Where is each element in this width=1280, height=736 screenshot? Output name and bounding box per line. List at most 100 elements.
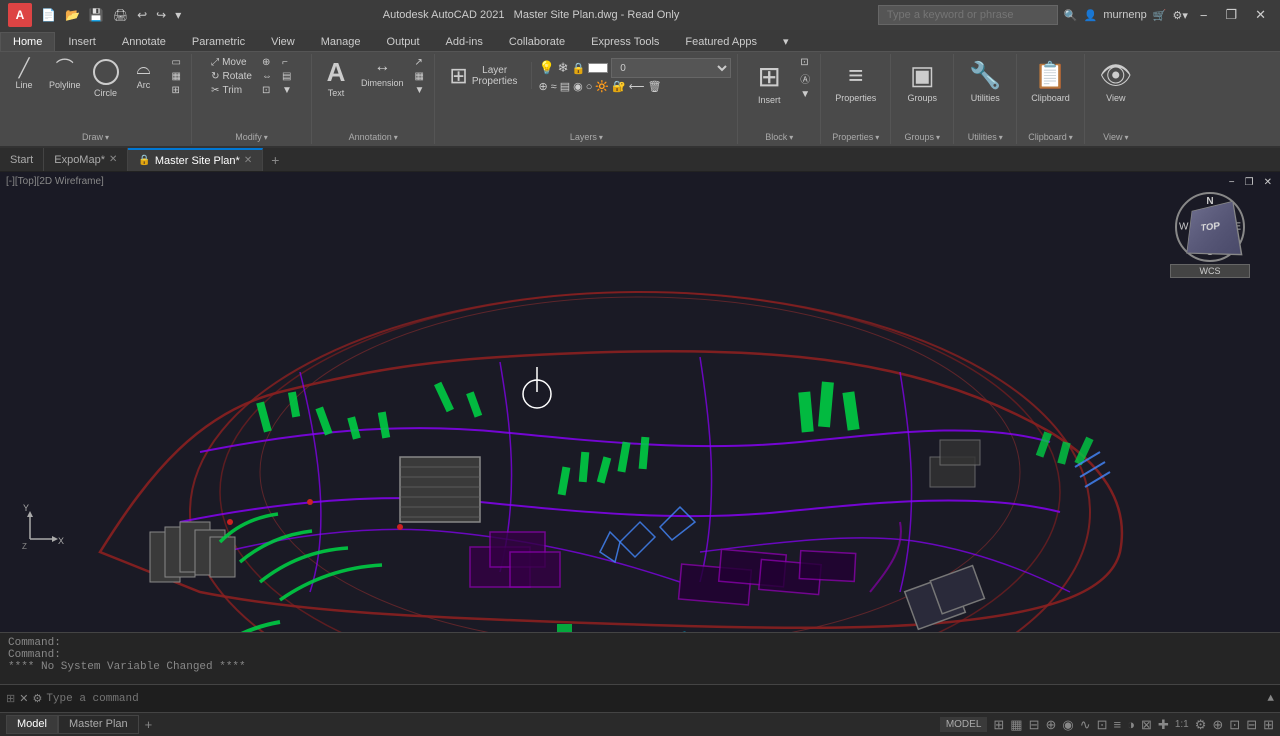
tab-collaborate[interactable]: Collaborate <box>496 32 578 51</box>
layer-freeze-vp-icon[interactable]: 🔆 <box>595 80 609 93</box>
layer-states-icon[interactable]: ▤ <box>560 80 570 93</box>
new-file-icon[interactable]: 📄 <box>38 7 59 23</box>
compass-ring[interactable]: N S E W TOP <box>1175 192 1245 262</box>
arc-button[interactable]: ⌓ Arc <box>126 56 162 93</box>
groups-expand-arrow[interactable]: ▾ <box>936 133 940 142</box>
restore-button[interactable]: ❐ <box>1219 5 1243 25</box>
selection-icon[interactable]: ⊠ <box>1141 717 1152 733</box>
viewcube-box[interactable]: TOP <box>1186 201 1242 256</box>
master-plan-tab[interactable]: Master Plan <box>58 715 139 734</box>
grid-icon[interactable]: ▦ <box>1010 717 1022 733</box>
publish-icon[interactable]: 🖨 <box>110 7 131 23</box>
insert-button[interactable]: ⊞ Insert <box>744 56 794 109</box>
model-tab[interactable]: Model <box>6 715 58 734</box>
layer-lock2-icon[interactable]: 🔐 <box>612 80 626 93</box>
tab-start[interactable]: Start <box>0 148 44 171</box>
view-expand-arrow[interactable]: ▾ <box>1124 133 1128 142</box>
tab-featured-apps[interactable]: Featured Apps <box>672 32 770 51</box>
workspace-icon[interactable]: ⊞ <box>1263 717 1274 733</box>
rotate-button[interactable]: ↻ Rotate <box>207 70 256 83</box>
tab-output[interactable]: Output <box>374 32 433 51</box>
layer-freeze-icon[interactable]: ❄ <box>558 60 569 76</box>
layer-merge-icon[interactable]: ⟵ <box>629 80 645 93</box>
search-input[interactable] <box>878 5 1058 25</box>
draw-more-button[interactable]: ⊞ <box>168 84 185 97</box>
properties-button[interactable]: ≡ Properties <box>827 56 884 107</box>
tab-annotate[interactable]: Annotate <box>109 32 179 51</box>
hatch-button[interactable]: ▦ <box>168 70 185 83</box>
leader-button[interactable]: ↗ <box>411 56 429 69</box>
tab-add-button[interactable]: + <box>263 149 287 171</box>
gizmo-icon[interactable]: ✚ <box>1158 717 1169 733</box>
modify-expand-arrow[interactable]: ▾ <box>264 133 268 142</box>
clipboard-expand-arrow[interactable]: ▾ <box>1069 133 1073 142</box>
undo-icon[interactable]: ↩ <box>134 7 150 23</box>
command-settings-icon[interactable]: ⚙ <box>32 692 42 706</box>
minimize-button[interactable]: − <box>1194 6 1214 25</box>
layer-isolate-icon[interactable]: ◉ <box>573 80 583 93</box>
block-expand-arrow[interactable]: ▾ <box>789 133 793 142</box>
view-button[interactable]: 👁 View <box>1091 56 1141 107</box>
polyline-button[interactable]: ⌒ Polyline <box>44 56 86 93</box>
ortho-icon[interactable]: ⊟ <box>1029 717 1040 733</box>
define-attributes-button[interactable]: Ⓐ <box>796 70 814 87</box>
move-button[interactable]: ⤢ Move <box>207 56 256 69</box>
snap-icon[interactable]: ⊞ <box>993 717 1004 733</box>
block-more-button[interactable]: ▼ <box>796 88 814 101</box>
properties-expand-arrow[interactable]: ▾ <box>875 133 879 142</box>
command-scroll-icon[interactable]: ▲ <box>1267 693 1274 705</box>
user-icon[interactable]: 👤 <box>1084 9 1098 22</box>
fillet-button[interactable]: ⌐ <box>278 56 296 69</box>
annotation-more-button[interactable]: ▼ <box>411 84 429 97</box>
search-icon[interactable]: 🔍 <box>1064 9 1078 22</box>
add-layout-button[interactable]: + <box>139 715 159 734</box>
command-close-icon[interactable]: ✕ <box>19 692 28 706</box>
autocad-logo[interactable]: A <box>8 3 32 27</box>
transparency-icon[interactable]: ◑ <box>1127 717 1135 732</box>
layer-dropdown[interactable]: 0 <box>611 58 731 78</box>
tab-expand[interactable]: ▾ <box>770 31 802 51</box>
create-block-button[interactable]: ⊡ <box>796 56 814 69</box>
close-button[interactable]: ✕ <box>1249 5 1272 25</box>
match-layer-icon[interactable]: ≈ <box>551 81 557 93</box>
trim-button[interactable]: ✂ Trim <box>207 84 256 97</box>
layer-properties-button[interactable]: ⊞ LayerProperties <box>441 59 525 93</box>
clipboard-button[interactable]: 📋 Clipboard <box>1023 56 1078 107</box>
viewcube[interactable]: N S E W TOP WCS <box>1170 192 1250 272</box>
mirror-button[interactable]: ⇔ <box>258 70 276 83</box>
annotation-expand-arrow[interactable]: ▾ <box>394 133 398 142</box>
utilities-expand-arrow[interactable]: ▾ <box>999 133 1003 142</box>
help-dropdown-icon[interactable]: ⚙▾ <box>1172 9 1187 22</box>
tab-parametric[interactable]: Parametric <box>179 32 258 51</box>
tab-express-tools[interactable]: Express Tools <box>578 32 672 51</box>
groups-button[interactable]: ▣ Groups <box>897 56 947 107</box>
dimension-button[interactable]: ↔ Dimension <box>356 56 409 91</box>
line-button[interactable]: ╱ Line <box>6 56 42 93</box>
text-button[interactable]: A Text <box>318 56 354 101</box>
tab-addins[interactable]: Add-ins <box>433 32 496 51</box>
tab-view[interactable]: View <box>258 32 308 51</box>
draw-expand-arrow[interactable]: ▾ <box>105 133 109 142</box>
wcs-button[interactable]: WCS <box>1170 264 1250 278</box>
table-button[interactable]: ▦ <box>411 70 429 83</box>
copy-button[interactable]: ⊕ <box>258 56 276 69</box>
tab-home[interactable]: Home <box>0 32 55 51</box>
tab-manage[interactable]: Manage <box>308 32 374 51</box>
viewport-minimize-button[interactable]: − <box>1225 176 1239 189</box>
tab-master-site-plan[interactable]: 🔒 Master Site Plan* ✕ <box>128 148 263 171</box>
utilities-button[interactable]: 🔧 Utilities <box>960 56 1010 107</box>
lineweight-icon[interactable]: ≡ <box>1114 717 1122 732</box>
viewport-restore-button[interactable]: ❐ <box>1241 176 1258 189</box>
osnap-icon[interactable]: ◉ <box>1062 717 1073 733</box>
save-icon[interactable]: 💾 <box>86 7 107 23</box>
cad-viewport[interactable]: [-][Top][2D Wireframe] <box>0 172 1280 632</box>
otrack-icon[interactable]: ∿ <box>1080 717 1091 733</box>
circle-button[interactable]: Circle <box>88 56 124 101</box>
tab-expomap[interactable]: ExpoMap* ✕ <box>44 148 128 171</box>
tab-master-site-plan-close[interactable]: ✕ <box>244 155 252 166</box>
command-input[interactable] <box>46 693 1263 705</box>
zoom-in-icon[interactable]: ⊕ <box>1212 717 1223 733</box>
viewport-close-button[interactable]: ✕ <box>1260 176 1276 189</box>
modify-more-button[interactable]: ▼ <box>278 84 296 97</box>
redo-icon[interactable]: ↪ <box>153 7 169 23</box>
